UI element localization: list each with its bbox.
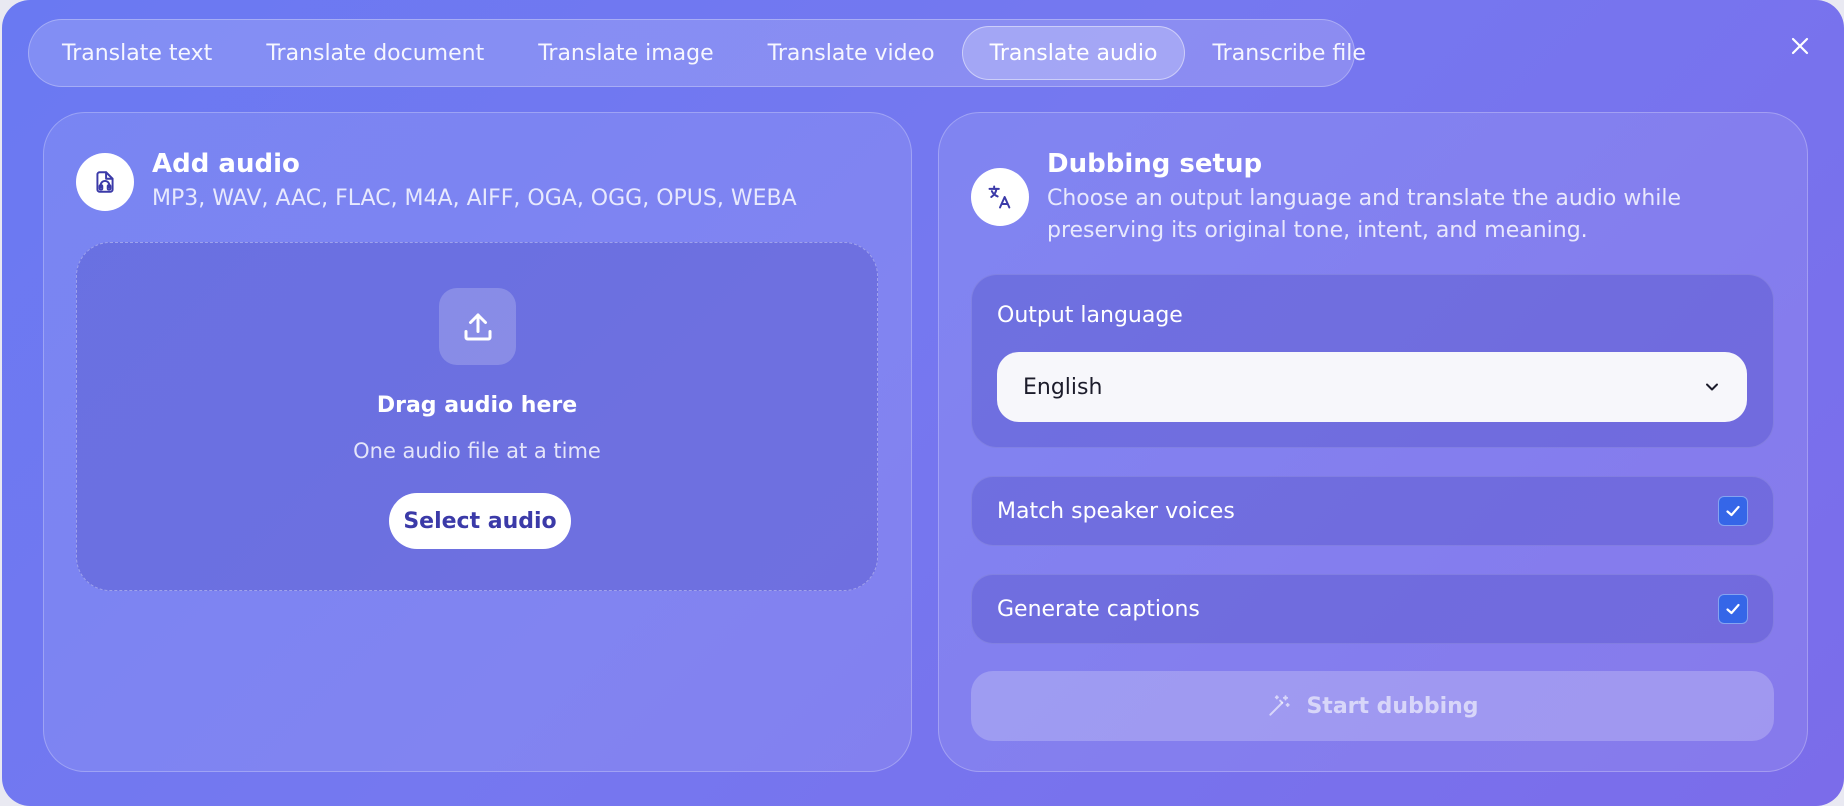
chevron-down-icon (1706, 383, 1718, 391)
add-audio-panel: Add audio MP3, WAV, AAC, FLAC, M4A, AIFF… (43, 112, 912, 772)
tab-translate-image[interactable]: Translate image (511, 26, 740, 80)
drop-subtitle: One audio file at a time (353, 439, 601, 463)
start-dubbing-button[interactable]: Start dubbing (971, 671, 1774, 741)
supported-formats: MP3, WAV, AAC, FLAC, M4A, AIFF, OGA, OGG… (152, 186, 797, 211)
magic-wand-icon (1269, 695, 1291, 716)
dubbing-setup-panel: Dubbing setup Choose an output language … (938, 112, 1808, 772)
match-speaker-voices-checkbox[interactable] (1718, 496, 1748, 526)
generate-captions-option[interactable]: Generate captions (971, 574, 1774, 644)
translate-modal: Translate text Translate document Transl… (2, 0, 1844, 806)
tab-transcribe-file[interactable]: Transcribe file (1185, 26, 1392, 80)
audio-dropzone[interactable]: Drag audio here One audio file at a time… (76, 242, 878, 591)
audio-file-icon-badge (76, 153, 134, 211)
drop-title: Drag audio here (376, 393, 578, 418)
dubbing-setup-title: Dubbing setup (1047, 149, 1263, 179)
output-language-label: Output language (997, 303, 1183, 328)
output-language-card: Output language English (971, 274, 1774, 448)
output-language-select[interactable]: English (997, 352, 1747, 422)
tab-bar: Translate text Translate document Transl… (28, 19, 1366, 87)
upload-icon (464, 313, 491, 340)
start-dubbing-label: Start dubbing (1306, 693, 1479, 719)
audio-file-icon (96, 171, 114, 193)
generate-captions-label: Generate captions (997, 596, 1200, 622)
add-audio-title: Add audio (152, 149, 300, 179)
tab-translate-document[interactable]: Translate document (239, 26, 511, 80)
check-icon (1726, 505, 1740, 517)
tab-translate-audio[interactable]: Translate audio (961, 26, 1186, 80)
tab-translate-video[interactable]: Translate video (741, 26, 962, 80)
generate-captions-checkbox[interactable] (1718, 594, 1748, 624)
dubbing-description: Choose an output language and translate … (1047, 186, 1682, 243)
translate-icon (988, 185, 1011, 209)
close-button[interactable] (1780, 26, 1820, 66)
match-speaker-voices-label: Match speaker voices (997, 498, 1235, 524)
match-speaker-voices-option[interactable]: Match speaker voices (971, 476, 1774, 546)
close-icon (1791, 37, 1809, 55)
upload-icon-box (439, 288, 516, 365)
output-language-value: English (1023, 374, 1103, 400)
check-icon (1726, 603, 1740, 615)
select-audio-button[interactable]: Select audio (389, 493, 571, 549)
translate-icon-badge (971, 168, 1029, 226)
tab-translate-text[interactable]: Translate text (35, 26, 239, 80)
